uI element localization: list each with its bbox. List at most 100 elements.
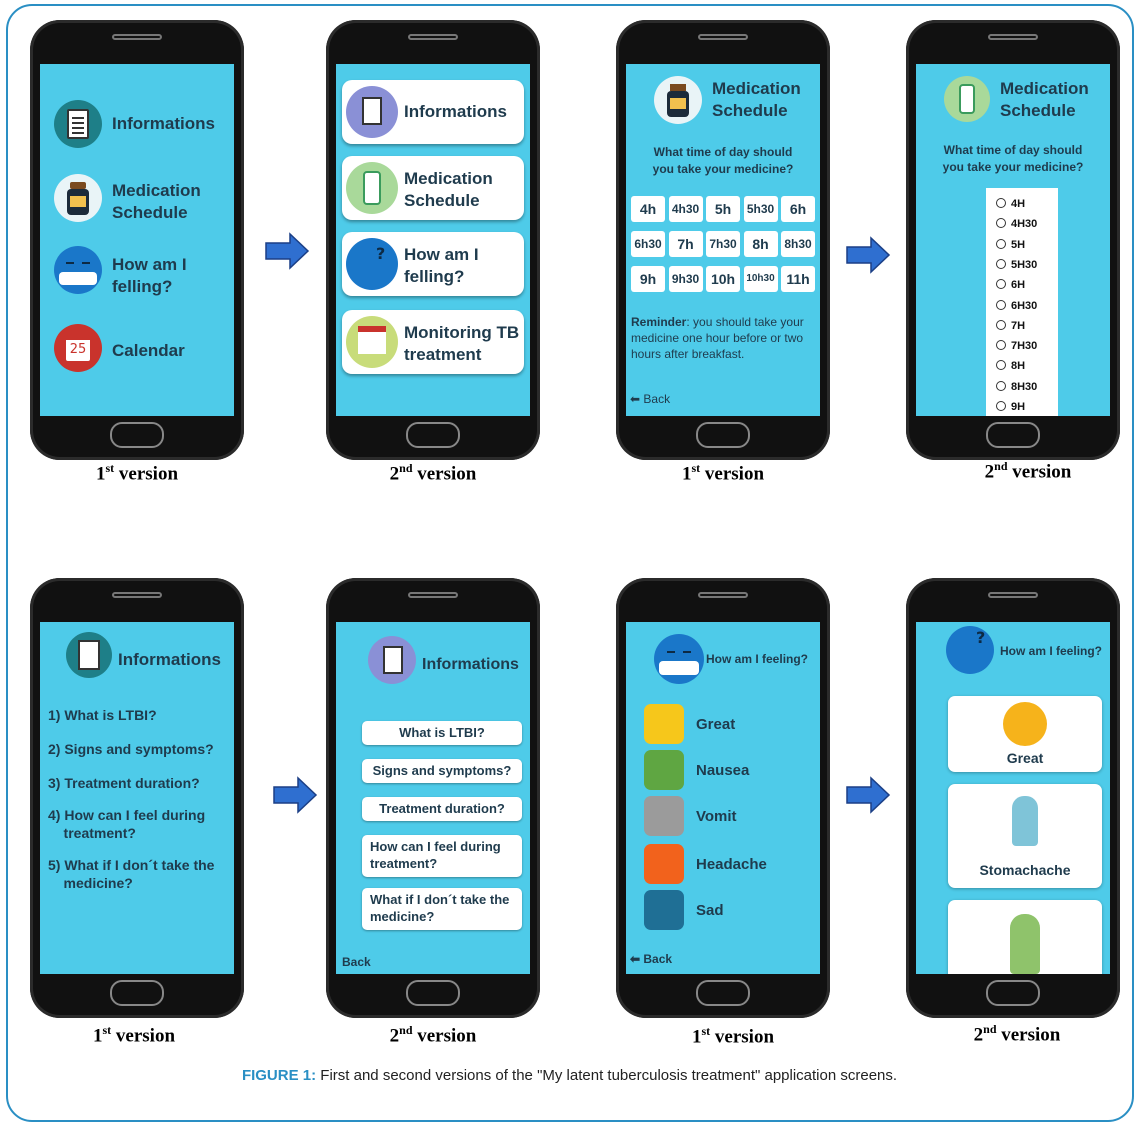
info-item[interactable]: 2) Signs and symptoms? [48,740,214,758]
time-radio-option[interactable]: 4H [996,198,1025,210]
time-options-list[interactable]: 4H 4H30 5H 5H30 6H 6H30 7H 7H30 8H 8H30 9H [986,188,1058,416]
time-option[interactable]: 7h30 [706,231,740,257]
menu-item-calendar[interactable]: Calendar [112,341,185,361]
time-radio-option[interactable]: 6H30 [996,299,1037,312]
radio-circle-icon[interactable] [996,279,1006,290]
headache-face-icon[interactable] [644,844,684,884]
feeling-card-great[interactable]: Great [948,696,1102,772]
time-option[interactable]: 9h [631,266,665,292]
happy-face-icon[interactable] [644,704,684,744]
question-face-icon: ? [346,238,398,290]
time-option[interactable]: 5h30 [743,196,778,222]
card-how-am-i-felling[interactable]: ? How am I felling? [342,232,524,296]
feeling-vomit[interactable]: Vomit [696,808,737,825]
time-radio-option[interactable]: 6H [996,279,1025,291]
figure-caption: FIGURE 1: First and second versions of t… [241,1067,898,1084]
info-button[interactable]: Signs and symptoms? [362,759,522,783]
home-button[interactable] [986,422,1040,448]
time-option[interactable]: 6h30 [631,231,665,257]
home-button[interactable] [696,422,750,448]
document-icon [368,636,416,684]
time-option[interactable]: 10h30 [743,266,778,292]
back-link[interactable]: Back [342,955,371,969]
medicine-bottle-icon[interactable] [54,174,102,222]
sick-face-icon[interactable] [54,246,102,294]
info-item[interactable]: 1) What is LTBI? [48,706,157,724]
feeling-nausea[interactable]: Nausea [696,762,749,779]
info-item[interactable]: 4) How can I feel during treatment? [48,806,205,842]
cold-figure-icon [1010,914,1040,974]
screen-info-v1: Informations 1) What is LTBI? 2) Signs an… [40,622,234,974]
back-link[interactable]: ⬅ Back [630,392,670,406]
time-option[interactable]: 11h [781,266,815,292]
radio-circle-icon[interactable] [996,258,1006,269]
time-option[interactable]: 6h [781,196,815,222]
back-link[interactable]: ⬅ Back [630,952,672,966]
arrow-right-icon [265,232,310,270]
feeling-card-stomachache[interactable]: Stomachache [948,784,1102,888]
home-button[interactable] [406,422,460,448]
nausea-face-icon[interactable] [644,750,684,790]
feeling-sad[interactable]: Sad [696,902,724,919]
card-medication-schedule[interactable]: Medication Schedule [342,156,524,220]
info-item[interactable]: 3) Treatment duration? [48,774,200,792]
time-option[interactable]: 4h [631,196,665,222]
time-radio-option[interactable]: 8H [996,360,1025,372]
radio-circle-icon[interactable] [996,380,1006,391]
time-option[interactable]: 5h [706,196,740,222]
reminder-text: Reminder: you should take your medicine … [631,315,804,361]
info-button[interactable]: Treatment duration? [362,797,522,821]
menu-item-informations[interactable]: Informations [112,114,215,134]
time-radio-option[interactable]: 7H30 [996,340,1037,352]
feeling-card-next[interactable] [948,900,1102,974]
radio-circle-icon[interactable] [996,218,1006,229]
time-radio-option[interactable]: 5H30 [996,258,1037,271]
time-option[interactable]: 4h30 [668,196,703,222]
phone-home-v1: Informations Medication Schedule How am … [30,20,244,460]
home-button[interactable] [110,422,164,448]
time-radio-option[interactable]: 7H [996,319,1025,332]
home-button[interactable] [696,980,750,1006]
speaker [408,592,458,598]
radio-circle-icon[interactable] [996,340,1006,351]
time-option[interactable]: 8h30 [781,231,815,257]
home-button[interactable] [110,980,164,1006]
time-radio-option[interactable]: 4H30 [996,218,1037,230]
calendar-icon[interactable]: 25 [54,324,102,372]
page-title: Informations [118,650,221,669]
clipboard-icon[interactable] [54,100,102,148]
time-radio-option[interactable]: 5H [996,238,1025,251]
feeling-headache[interactable]: Headache [696,856,767,873]
info-item[interactable]: 5) What if I don´t take the medicine? [48,856,214,892]
arrow-right-icon [846,236,891,274]
arrow-right-icon [846,776,891,814]
menu-item-how-am-i-felling[interactable]: How am I felling? [112,254,187,298]
page-title: How am I feeling? [1000,644,1103,658]
time-option[interactable]: 9h30 [668,266,703,292]
screen-info-v2: Informations What is LTBI? Signs and symp… [336,622,530,974]
time-option[interactable]: 10h [706,266,740,292]
home-button[interactable] [406,980,460,1006]
info-button[interactable]: How can I feel during treatment? [362,835,522,877]
radio-circle-icon[interactable] [996,401,1006,411]
time-radio-option[interactable]: 9H [996,401,1025,413]
home-button[interactable] [986,980,1040,1006]
arrow-right-icon [273,776,318,814]
time-radio-option[interactable]: 8H30 [996,380,1037,393]
radio-circle-icon[interactable] [996,319,1006,330]
radio-circle-icon[interactable] [996,238,1006,249]
radio-circle-icon[interactable] [996,299,1006,310]
card-monitoring-tb[interactable]: Monitoring TB treatment [342,310,524,374]
feeling-great[interactable]: Great [696,716,735,733]
info-button[interactable]: What if I don´t take the medicine? [362,888,522,930]
radio-circle-icon[interactable] [996,360,1006,371]
vomit-face-icon[interactable] [644,796,684,836]
radio-circle-icon[interactable] [996,198,1006,208]
time-option[interactable]: 7h [668,231,703,257]
time-option[interactable]: 8h [743,231,778,257]
menu-item-medication-schedule[interactable]: Medication Schedule [112,180,201,224]
sad-face-icon[interactable] [644,890,684,930]
info-button[interactable]: What is LTBI? [362,721,522,745]
card-informations[interactable]: Informations [342,80,524,144]
caption-1st-version: 1st version [691,1024,775,1048]
